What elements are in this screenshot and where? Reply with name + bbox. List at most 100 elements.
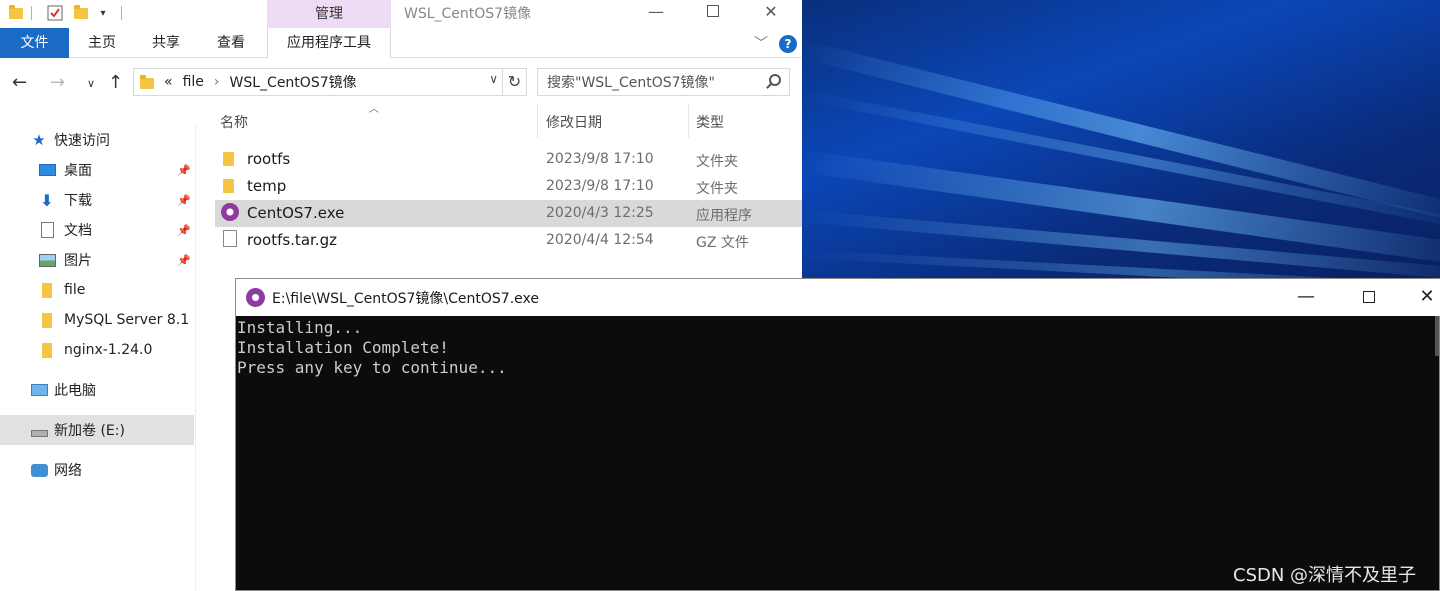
- tab-view[interactable]: 查看: [211, 28, 251, 58]
- console-close-button[interactable]: ✕: [1404, 285, 1440, 309]
- sidebar-item-downloads[interactable]: ⬇ 下载 📌: [0, 185, 194, 215]
- sidebar-item-network[interactable]: 网络: [0, 455, 194, 485]
- file-row-rootfs-tar-gz[interactable]: rootfs.tar.gz 2020/4/4 12:54 GZ 文件: [215, 227, 802, 254]
- refresh-icon[interactable]: ↻: [503, 68, 527, 96]
- close-button[interactable]: ✕: [748, 0, 794, 22]
- forward-arrow-icon[interactable]: →: [50, 72, 65, 93]
- sidebar-item-label: 网络: [54, 463, 82, 479]
- file-name: temp: [247, 177, 287, 195]
- tab-manage[interactable]: 管理: [267, 0, 391, 28]
- folder-icon: [38, 312, 56, 328]
- network-icon: [30, 462, 48, 478]
- customize-toolbar-icon[interactable]: ▾: [96, 4, 110, 22]
- sidebar-item-label: 此电脑: [54, 383, 96, 399]
- computer-icon: [30, 382, 48, 398]
- sidebar-item-label: 桌面: [64, 163, 92, 179]
- file-modified: 2020/4/4 12:54: [546, 232, 654, 248]
- file-modified: 2023/9/8 17:10: [546, 151, 654, 167]
- folder-icon: [38, 342, 56, 358]
- column-header-type[interactable]: 类型: [696, 112, 724, 132]
- console-output[interactable]: Installing... Installation Complete! Pre…: [236, 316, 1439, 590]
- file-row-temp[interactable]: temp 2023/9/8 17:10 文件夹: [215, 173, 802, 200]
- minimize-button[interactable]: —: [633, 0, 679, 22]
- file-name: rootfs.tar.gz: [247, 231, 337, 249]
- sidebar-item-documents[interactable]: 文档 📌: [0, 215, 194, 245]
- file-name: rootfs: [247, 150, 291, 168]
- folder-icon: [38, 282, 56, 298]
- drive-icon: [30, 422, 48, 438]
- expand-ribbon-icon[interactable]: ﹀: [754, 33, 768, 53]
- sidebar-item-label: file: [64, 282, 86, 298]
- properties-icon[interactable]: [45, 4, 65, 22]
- new-folder-icon[interactable]: [73, 4, 89, 22]
- console-line: Press any key to continue...: [237, 358, 507, 377]
- sort-ascending-icon: ︿: [369, 104, 379, 115]
- desktop-wallpaper: [802, 0, 1440, 278]
- sidebar-item-label: MySQL Server 8.1: [64, 312, 190, 328]
- address-overflow[interactable]: «: [164, 74, 173, 90]
- centos-app-icon: [246, 288, 265, 307]
- console-maximize-button[interactable]: [1346, 285, 1392, 309]
- address-bar[interactable]: « file › WSL_CentOS7镜像 ∨: [133, 68, 503, 96]
- breadcrumb-separator[interactable]: ›: [214, 74, 220, 90]
- back-arrow-icon[interactable]: ←: [12, 72, 27, 93]
- folder-icon: [8, 4, 24, 22]
- pin-icon[interactable]: 📌: [177, 194, 191, 207]
- folder-icon: [221, 151, 237, 167]
- pin-icon[interactable]: 📌: [177, 224, 191, 237]
- document-icon: [38, 222, 56, 238]
- console-scrollbar[interactable]: [1435, 316, 1439, 356]
- search-placeholder: 搜索"WSL_CentOS7镜像": [547, 75, 715, 91]
- search-input[interactable]: 搜索"WSL_CentOS7镜像": [537, 68, 790, 96]
- pin-icon[interactable]: 📌: [177, 254, 191, 267]
- column-header-name[interactable]: 名称: [220, 112, 248, 132]
- file-icon: [221, 230, 237, 247]
- sidebar-item-mysql[interactable]: MySQL Server 8.1: [0, 305, 194, 335]
- address-dropdown-icon[interactable]: ∨: [489, 72, 498, 86]
- sidebar-item-desktop[interactable]: 桌面 📌: [0, 155, 194, 185]
- maximize-button[interactable]: [690, 0, 736, 22]
- tab-home[interactable]: 主页: [82, 28, 122, 58]
- tab-share[interactable]: 共享: [146, 28, 186, 58]
- breadcrumb-file[interactable]: file: [183, 74, 204, 90]
- pin-icon[interactable]: 📌: [177, 164, 191, 177]
- sidebar-item-quick-access[interactable]: ★ 快速访问: [0, 125, 194, 155]
- up-arrow-icon[interactable]: ↑: [108, 72, 123, 93]
- column-header-modified[interactable]: 修改日期: [546, 112, 602, 132]
- file-row-centos7-exe[interactable]: CentOS7.exe 2020/4/3 12:25 应用程序: [215, 200, 802, 227]
- watermark: CSDN @深情不及里子: [1233, 565, 1417, 586]
- sidebar-item-this-pc[interactable]: 此电脑: [0, 375, 194, 405]
- console-window[interactable]: E:\file\WSL_CentOS7镜像\CentOS7.exe — ✕ In…: [235, 278, 1440, 591]
- console-line: Installation Complete!: [237, 338, 449, 357]
- file-type: 应用程序: [696, 208, 752, 224]
- picture-icon: [38, 252, 56, 268]
- ribbon-tabs: 文件 主页 共享 查看 应用程序工具 ﹀ ?: [0, 28, 802, 58]
- console-title: E:\file\WSL_CentOS7镜像\CentOS7.exe: [272, 291, 539, 307]
- window-title: WSL_CentOS7镜像: [404, 6, 532, 22]
- navigation-pane: ★ 快速访问 桌面 📌 ⬇ 下载 📌 文档 📌 图片 📌 file MySQL …: [0, 124, 196, 591]
- help-icon[interactable]: ?: [779, 35, 797, 53]
- breadcrumb-current[interactable]: WSL_CentOS7镜像: [230, 72, 357, 92]
- sidebar-item-drive-e[interactable]: 新加卷 (E:): [0, 415, 194, 445]
- tab-file[interactable]: 文件: [0, 28, 69, 58]
- recent-locations-icon[interactable]: ∨: [87, 77, 95, 90]
- file-type: 文件夹: [696, 181, 738, 197]
- sidebar-item-label: 快速访问: [54, 133, 110, 149]
- sidebar-item-pictures[interactable]: 图片 📌: [0, 245, 194, 275]
- file-name: CentOS7.exe: [247, 204, 345, 222]
- file-row-rootfs[interactable]: rootfs 2023/9/8 17:10 文件夹: [215, 146, 802, 173]
- file-modified: 2023/9/8 17:10: [546, 178, 654, 194]
- search-icon: [769, 74, 781, 86]
- sidebar-item-label: nginx-1.24.0: [64, 342, 153, 358]
- tab-app-tools[interactable]: 应用程序工具: [267, 28, 391, 58]
- folder-icon: [140, 75, 154, 89]
- sidebar-item-file[interactable]: file: [0, 275, 194, 305]
- console-minimize-button[interactable]: —: [1283, 285, 1329, 309]
- sidebar-item-nginx[interactable]: nginx-1.24.0: [0, 335, 194, 365]
- console-titlebar: E:\file\WSL_CentOS7镜像\CentOS7.exe — ✕: [236, 279, 1440, 316]
- sidebar-item-label: 新加卷 (E:): [54, 423, 125, 439]
- download-icon: ⬇: [40, 190, 54, 210]
- sidebar-item-label: 下载: [64, 193, 92, 209]
- file-list: ︿ 名称 修改日期 类型 rootfs 2023/9/8 17:10 文件夹 t…: [197, 100, 802, 270]
- sidebar-item-label: 文档: [64, 223, 92, 239]
